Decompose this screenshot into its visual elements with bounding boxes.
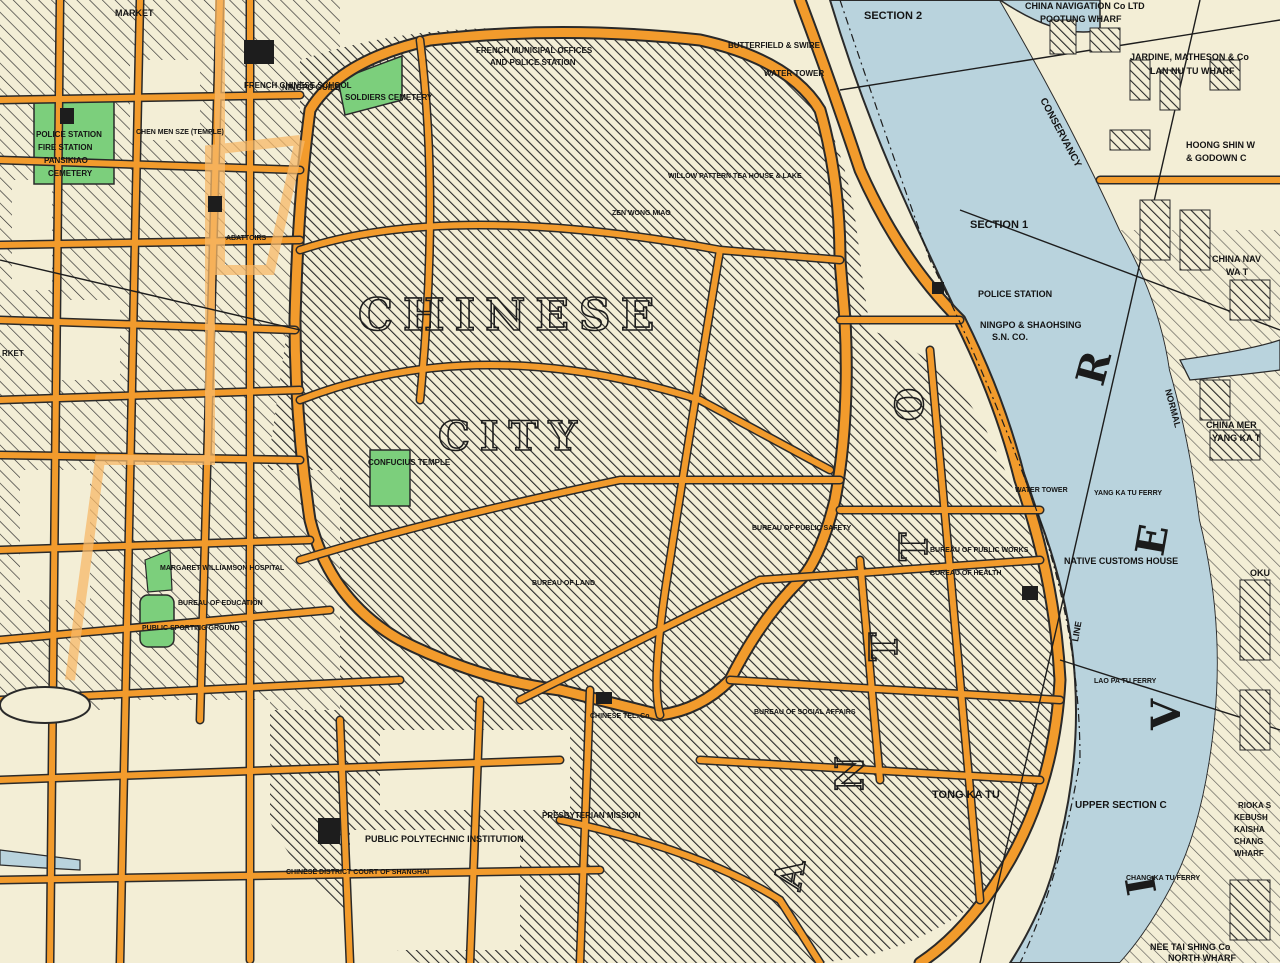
nantao-letter-t: T <box>891 523 936 561</box>
label-butterfield: BUTTERFIELD & SWIRE <box>728 41 821 50</box>
label-bureau-land: BUREAU OF LAND <box>532 580 595 587</box>
label-section-2: SECTION 2 <box>864 10 922 22</box>
label-china-mer: CHINA MER <box>1206 420 1257 430</box>
label-china-nav-2: CHINA NAV <box>1212 254 1261 264</box>
label-polytechnic: PUBLIC POLYTECHNIC INSTITUTION <box>365 834 524 844</box>
label-public-sporting: PUBLIC SPORTING GROUND <box>142 625 240 632</box>
chinese-district-label: CHINESE <box>358 290 664 341</box>
label-yang-ka-tu-ferry: YANG KA TU FERRY <box>1094 490 1162 497</box>
label-sn-co: S.N. CO. <box>992 332 1028 342</box>
label-market: MARKET <box>115 8 154 18</box>
label-confucius: CONFUCIUS TEMPLE <box>368 458 451 467</box>
label-wharf: WHARF <box>1234 849 1264 858</box>
label-tong-ka-tu: TONG KA TU <box>932 789 1000 801</box>
label-kaisha: KAISHA <box>1234 825 1265 834</box>
label-zen-wong: ZEN WONG MIAO <box>612 210 671 217</box>
label-pansikiao: PANSIKIAO <box>44 156 88 165</box>
label-kebush: KEBUSH <box>1234 813 1268 822</box>
label-chang: CHANG <box>1234 837 1263 846</box>
nantao-letter-o: O <box>887 378 932 421</box>
label-rioka: RIOKA S <box>1238 801 1272 810</box>
label-and-police-station: AND POLICE STATION <box>490 58 576 67</box>
label-water-tower-1: WATER TOWER <box>764 69 824 78</box>
label-native-customs: NATIVE CUSTOMS HOUSE <box>1064 556 1178 566</box>
label-bureau-education: BUREAU OF EDUCATION <box>178 600 263 607</box>
label-cemetery: CEMETERY <box>48 169 93 178</box>
label-jardine: JARDINE, MATHESON & Co <box>1130 52 1249 62</box>
label-water-tower-2: WATER TOWER <box>1015 487 1068 494</box>
nantao-letter-a: A <box>764 846 815 894</box>
label-section-1: SECTION 1 <box>970 219 1028 231</box>
label-upper-section: UPPER SECTION C <box>1075 800 1167 811</box>
label-chinese-court: CHINESE DISTRICT COURT OF SHANGHAI <box>286 869 429 876</box>
label-willow-pattern: WILLOW PATTERN TEA HOUSE & LAKE <box>668 173 802 180</box>
label-chang-ka-tu: CHANG KA TU FERRY <box>1126 875 1200 882</box>
label-margaret: MARGARET WILLIAMSON HOSPITAL <box>160 565 285 572</box>
label-bureau-works: BUREAU OF PUBLIC WORKS <box>930 547 1029 554</box>
label-chen-men-sze: CHEN MEN SZE (TEMPLE) <box>136 129 224 136</box>
nantao-letter-t2: T <box>861 623 906 661</box>
label-chinese-tel: CHINESE TEL. Co <box>590 713 650 720</box>
label-bureau-social: BUREAU OF SOCIAL AFFAIRS <box>754 709 856 716</box>
map-canvas[interactable]: CHINESE CITY R E V I O T T N A MARKET PO… <box>0 0 1280 963</box>
label-police-station-2: POLICE STATION <box>978 289 1052 299</box>
label-market-2: RKET <box>2 349 24 358</box>
label-north-wharf: NORTH WHARF <box>1168 953 1236 963</box>
race-oval <box>0 686 91 724</box>
label-bureau-health: BUREAU OF HEALTH <box>930 570 1001 577</box>
label-oku: OKU <box>1250 568 1270 578</box>
label-godown: & GODOWN C <box>1186 153 1247 163</box>
map-view[interactable]: CHINESE CITY R E V I O T T N A MARKET PO… <box>0 0 1280 963</box>
city-district-label: CITY <box>438 413 587 460</box>
label-fire-station: FIRE STATION <box>38 143 93 152</box>
label-soldiers-cemetery: SOLDIERS CEMETERY <box>345 93 433 102</box>
label-wa-t: WA T <box>1226 267 1249 277</box>
label-police-station: POLICE STATION <box>36 130 102 139</box>
label-presbyterian: PRESBYTERIAN MISSION <box>542 811 641 820</box>
label-lan-nu-tu: LAN NU TU WHARF <box>1150 66 1235 76</box>
label-nee-tai: NEE TAI SHING Co <box>1150 942 1231 952</box>
label-hoong-shin: HOONG SHIN W <box>1186 140 1256 150</box>
label-ningpo-guild: NINGPO GUILD <box>282 83 341 92</box>
label-ningpo-shaohsing: NINGPO & SHAOHSING <box>980 320 1082 330</box>
label-yang-ka-t: YANG KA T <box>1212 433 1261 443</box>
label-bureau-safety: BUREAU OF PUBLIC SAFETY <box>752 525 852 532</box>
label-abattoirs: ABATTOIRS <box>226 235 267 242</box>
label-china-navigation: CHINA NAVIGATION Co LTD <box>1025 1 1145 11</box>
label-lao-pa-tu: LAO PA TU FERRY <box>1094 678 1157 685</box>
river-letter-v: V <box>1143 698 1190 731</box>
label-pootung-wharf: POOTUNG WHARF <box>1040 14 1122 24</box>
label-french-municipal: FRENCH MUNICIPAL OFFICES <box>476 46 593 55</box>
nantao-letter-n: N <box>827 746 872 791</box>
